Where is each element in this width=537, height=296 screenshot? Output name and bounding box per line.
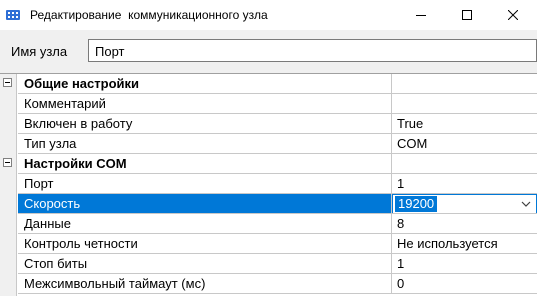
property-value[interactable]: 1 <box>392 254 537 274</box>
network-node-icon <box>5 7 21 23</box>
category-value-empty <box>392 154 537 174</box>
property-name: Включен в работу <box>18 114 392 134</box>
node-name-panel: Имя узла Порт <box>0 30 537 73</box>
category-com[interactable]: Настройки COM <box>0 154 537 174</box>
maximize-icon <box>462 10 472 20</box>
collapse-icon[interactable] <box>3 158 12 167</box>
speed-combobox-value[interactable]: 19200 <box>395 196 438 212</box>
property-value[interactable]: True <box>392 114 537 134</box>
category-general[interactable]: Общие настройки <box>0 74 537 94</box>
property-name: Стоп биты <box>18 254 392 274</box>
property-name: Межсимвольный таймаут (мс) <box>18 274 392 294</box>
property-name: Данные <box>18 214 392 234</box>
property-row-selected[interactable]: Скорость 19200 <box>0 194 537 214</box>
speed-combobox[interactable]: 19200 <box>392 194 537 213</box>
property-row[interactable]: Тип узла COM <box>0 134 537 154</box>
minimize-icon <box>416 15 426 16</box>
property-row[interactable]: Контроль четности Не используется <box>0 234 537 254</box>
maximize-button[interactable] <box>444 0 490 30</box>
property-value[interactable]: 1 <box>392 174 537 194</box>
category-title: Общие настройки <box>18 74 392 94</box>
property-row[interactable]: Стоп биты 1 <box>0 254 537 274</box>
property-value[interactable]: Не используется <box>392 234 537 254</box>
node-name-input[interactable]: Порт <box>88 39 537 62</box>
category-value-empty <box>392 74 537 94</box>
property-row[interactable]: Порт 1 <box>0 174 537 194</box>
property-value[interactable]: COM <box>392 134 537 154</box>
property-name: Контроль четности <box>18 234 392 254</box>
speed-combobox-cell[interactable]: 19200 <box>392 194 537 214</box>
node-name-label: Имя узла <box>11 44 68 59</box>
close-icon <box>508 10 518 20</box>
property-row[interactable]: Межсимвольный таймаут (мс) 0 <box>0 274 537 294</box>
close-button[interactable] <box>490 0 536 30</box>
category-title: Настройки COM <box>18 154 392 174</box>
property-row[interactable]: Данные 8 <box>0 214 537 234</box>
window-title: Редактирование коммуникационного узла <box>30 8 268 22</box>
property-name: Порт <box>18 174 392 194</box>
property-row[interactable]: Комментарий <box>0 94 537 114</box>
collapse-icon[interactable] <box>3 78 12 87</box>
property-name: Тип узла <box>18 134 392 154</box>
property-value[interactable] <box>392 94 537 114</box>
property-row[interactable]: Включен в работу True <box>0 114 537 134</box>
property-value[interactable]: 0 <box>392 274 537 294</box>
property-name: Комментарий <box>18 94 392 114</box>
title-bar[interactable]: Редактирование коммуникационного узла <box>0 0 537 30</box>
property-name: Скорость <box>18 194 392 214</box>
property-value[interactable]: 8 <box>392 214 537 234</box>
property-grid[interactable]: Общие настройки Комментарий Включен в ра… <box>0 73 537 296</box>
minimize-button[interactable] <box>398 0 444 30</box>
chevron-down-icon[interactable] <box>519 197 533 211</box>
